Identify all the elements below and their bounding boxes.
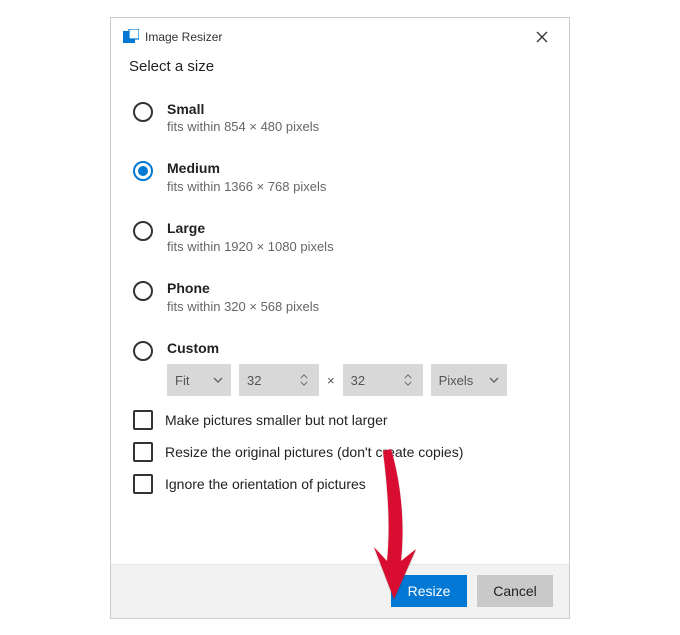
option-label: Small [167, 101, 319, 118]
stepper-icon [403, 372, 415, 388]
checkbox-row-smaller[interactable]: Make pictures smaller but not larger [133, 410, 551, 430]
option-custom[interactable]: Custom Fit 32 × [133, 340, 551, 397]
checkbox-original[interactable] [133, 442, 153, 462]
checkbox-row-orientation[interactable]: Ignore the orientation of pictures [133, 474, 551, 494]
app-icon [123, 29, 139, 45]
option-label: Custom [167, 340, 551, 357]
checkbox-orientation[interactable] [133, 474, 153, 494]
dialog-footer: Resize Cancel [111, 564, 569, 618]
option-subtext: fits within 1920 × 1080 pixels [167, 239, 334, 254]
option-large[interactable]: Large fits within 1920 × 1080 pixels [133, 220, 551, 254]
chevron-down-icon [213, 375, 223, 385]
option-subtext: fits within 1366 × 768 pixels [167, 179, 326, 194]
checkbox-label: Make pictures smaller but not larger [165, 412, 388, 428]
option-small[interactable]: Small fits within 854 × 480 pixels [133, 101, 551, 135]
close-button[interactable] [527, 25, 557, 49]
radio-large[interactable] [133, 221, 153, 241]
height-input[interactable]: 32 [343, 364, 423, 396]
option-label: Medium [167, 160, 326, 177]
option-subtext: fits within 854 × 480 pixels [167, 119, 319, 134]
cancel-button[interactable]: Cancel [477, 575, 553, 607]
window-title: Image Resizer [145, 30, 222, 44]
checkbox-label: Resize the original pictures (don't crea… [165, 444, 463, 460]
close-icon [536, 31, 548, 43]
times-separator: × [327, 373, 335, 388]
custom-controls: Fit 32 × 32 [167, 364, 551, 396]
unit-select[interactable]: Pixels [431, 364, 507, 396]
option-label: Large [167, 220, 334, 237]
radio-medium[interactable] [133, 161, 153, 181]
option-label: Phone [167, 280, 319, 297]
option-subtext: fits within 320 × 568 pixels [167, 299, 319, 314]
size-options: Small fits within 854 × 480 pixels Mediu… [129, 101, 551, 397]
radio-small[interactable] [133, 102, 153, 122]
option-checkboxes: Make pictures smaller but not larger Res… [129, 410, 551, 494]
width-input[interactable]: 32 [239, 364, 319, 396]
fit-mode-select[interactable]: Fit [167, 364, 231, 396]
titlebar: Image Resizer [111, 18, 569, 52]
select-size-heading: Select a size [129, 58, 551, 75]
radio-phone[interactable] [133, 281, 153, 301]
stepper-icon [299, 372, 311, 388]
option-phone[interactable]: Phone fits within 320 × 568 pixels [133, 280, 551, 314]
checkbox-smaller[interactable] [133, 410, 153, 430]
checkbox-label: Ignore the orientation of pictures [165, 476, 366, 492]
resize-button[interactable]: Resize [391, 575, 467, 607]
option-medium[interactable]: Medium fits within 1366 × 768 pixels [133, 160, 551, 194]
checkbox-row-original[interactable]: Resize the original pictures (don't crea… [133, 442, 551, 462]
image-resizer-dialog: Image Resizer Select a size Small fits w… [110, 17, 570, 619]
radio-custom[interactable] [133, 341, 153, 361]
chevron-down-icon [489, 375, 499, 385]
dialog-content: Select a size Small fits within 854 × 48… [111, 52, 569, 564]
